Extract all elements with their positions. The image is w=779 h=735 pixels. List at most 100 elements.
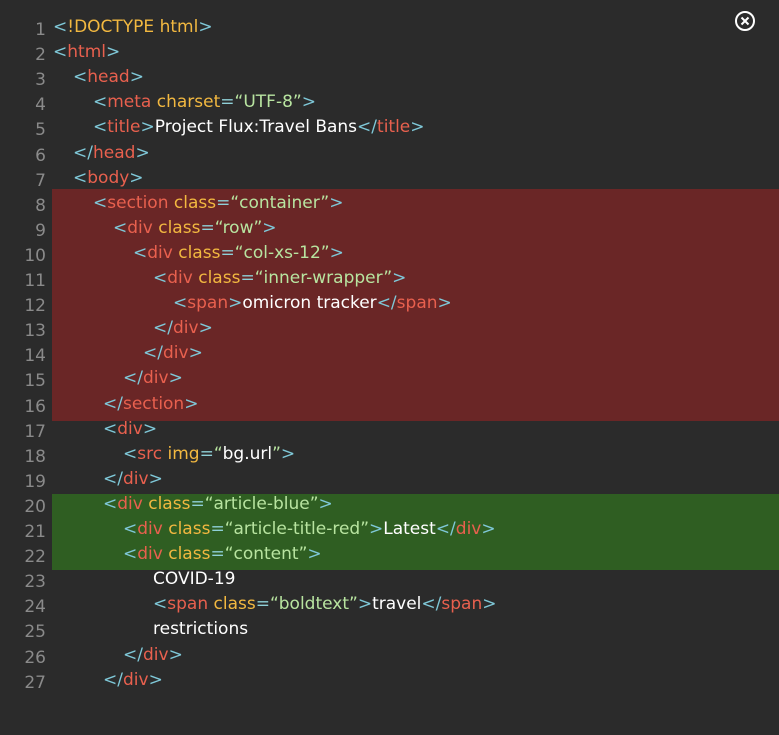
code-token: =: [200, 217, 215, 238]
code-line: 22 <div class=“content”>: [0, 542, 779, 567]
code-token: <: [93, 117, 108, 138]
code-text: </div>: [123, 643, 183, 668]
code-token: “row”: [214, 217, 263, 238]
code-token: >: [392, 268, 407, 288]
code-token: class: [173, 192, 217, 213]
code-token: =: [255, 594, 270, 615]
code-token: >: [142, 418, 158, 439]
code-token: section: [122, 393, 185, 414]
code-token: </: [376, 293, 397, 314]
code-token: </: [103, 468, 123, 489]
code-text: restrictions: [153, 617, 248, 642]
code-token: Latest: [383, 519, 436, 539]
code-token: “container”: [230, 192, 330, 213]
code-token: title: [377, 117, 411, 138]
code-text: <title>Project Flux:Travel Bans</title>: [93, 115, 425, 140]
code-token: >: [410, 117, 425, 138]
code-token: >: [148, 468, 163, 489]
code-token: =: [190, 493, 205, 514]
code-text: <section class=“container”>: [93, 191, 343, 216]
code-line: 6 </head>: [0, 141, 779, 166]
code-token: </: [153, 318, 173, 339]
code-token: >: [198, 318, 213, 339]
close-button[interactable]: [735, 11, 755, 31]
code-token: >: [357, 594, 373, 615]
code-line: 8 <section class=“container”>: [0, 191, 779, 216]
code-text: <div class=“inner-wrapper”>: [153, 266, 406, 291]
code-token: body: [87, 167, 130, 188]
code-line: 17 <div>: [0, 417, 779, 442]
code-token: class: [168, 544, 211, 565]
code-token: div: [117, 418, 143, 439]
code-text: <span>omicron tracker</span>: [173, 291, 452, 316]
code-token: >: [105, 42, 121, 63]
code-token: head: [87, 67, 130, 88]
code-text: <span class=“boldtext”>travel</span>: [153, 592, 496, 617]
code-text: <div class=“article-title-red”>Latest</d…: [123, 517, 496, 542]
code-token: !DOCTYPE: [67, 17, 155, 37]
code-text: <div class=“col-xs-12”>: [133, 241, 344, 266]
code-text: </div>: [103, 668, 163, 693]
code-token: src: [137, 443, 163, 464]
code-token: <: [113, 217, 128, 238]
code-token: </: [357, 117, 378, 138]
code-line: 26 </div>: [0, 643, 779, 668]
code-token: <: [123, 519, 138, 539]
code-token: >: [481, 519, 496, 539]
code-token: =: [220, 92, 235, 113]
code-token: div: [162, 343, 189, 364]
code-token: >: [437, 293, 452, 314]
code-token: img: [167, 443, 200, 464]
code-token: >: [262, 217, 277, 238]
code-token: <: [153, 268, 168, 288]
code-token: =: [216, 192, 231, 213]
code-token: >: [129, 167, 144, 188]
code-token: <: [103, 493, 118, 514]
code-token: </: [103, 669, 123, 690]
code-text: <div>: [103, 417, 157, 442]
code-token: <: [173, 293, 188, 314]
code-text: COVID-19: [153, 567, 235, 592]
code-line: 3 <head>: [0, 65, 779, 90]
code-line: 14 </div>: [0, 341, 779, 366]
code-token: div: [142, 644, 169, 665]
code-token: <: [73, 167, 88, 188]
code-line: 20 <div class=“article-blue”>: [0, 492, 779, 517]
code-token: class: [168, 519, 211, 539]
code-token: meta: [107, 92, 152, 113]
code-line: 15 </div>: [0, 366, 779, 391]
code-editor[interactable]: 1 <!DOCTYPE html> 2 <html> 3 <head> 4 <meta cha…: [0, 0, 779, 735]
code-token: div: [127, 217, 153, 238]
code-token: section: [107, 192, 169, 213]
code-token: div: [455, 519, 482, 539]
code-text: <!DOCTYPE html>: [53, 15, 213, 40]
code-text: </section>: [103, 392, 198, 417]
code-text: <div class=“row”>: [113, 216, 277, 241]
code-token: Project Flux:Travel Bans: [154, 117, 358, 138]
code-token: =: [210, 519, 225, 539]
code-token: >: [168, 644, 183, 665]
code-token: <: [153, 594, 168, 615]
code-line: 2 <html>: [0, 40, 779, 65]
code-token: >: [135, 142, 150, 163]
code-line: 27 </div>: [0, 668, 779, 693]
code-token: “content”: [224, 544, 308, 565]
code-token: >: [148, 669, 163, 690]
code-token: <: [123, 443, 138, 464]
code-token: >: [369, 519, 384, 539]
code-text: <head>: [73, 65, 144, 90]
code-token: >: [329, 192, 344, 213]
code-token: div: [172, 318, 199, 339]
code-token: >: [184, 393, 199, 414]
code-line: 19 </div>: [0, 467, 779, 492]
code-token: class: [148, 493, 191, 514]
code-token: “col-xs-12”: [234, 242, 330, 263]
code-token: <: [73, 67, 88, 88]
code-token: span: [187, 293, 229, 314]
code-token: <: [53, 17, 68, 37]
code-token: omicron tracker: [242, 293, 377, 314]
code-line: 21 <div class=“article-title-red”>Latest<…: [0, 517, 779, 542]
code-token: “UTF-8”: [234, 92, 302, 113]
code-token: span: [167, 594, 209, 615]
code-line: 10 <div class=“col-xs-12”>: [0, 241, 779, 266]
